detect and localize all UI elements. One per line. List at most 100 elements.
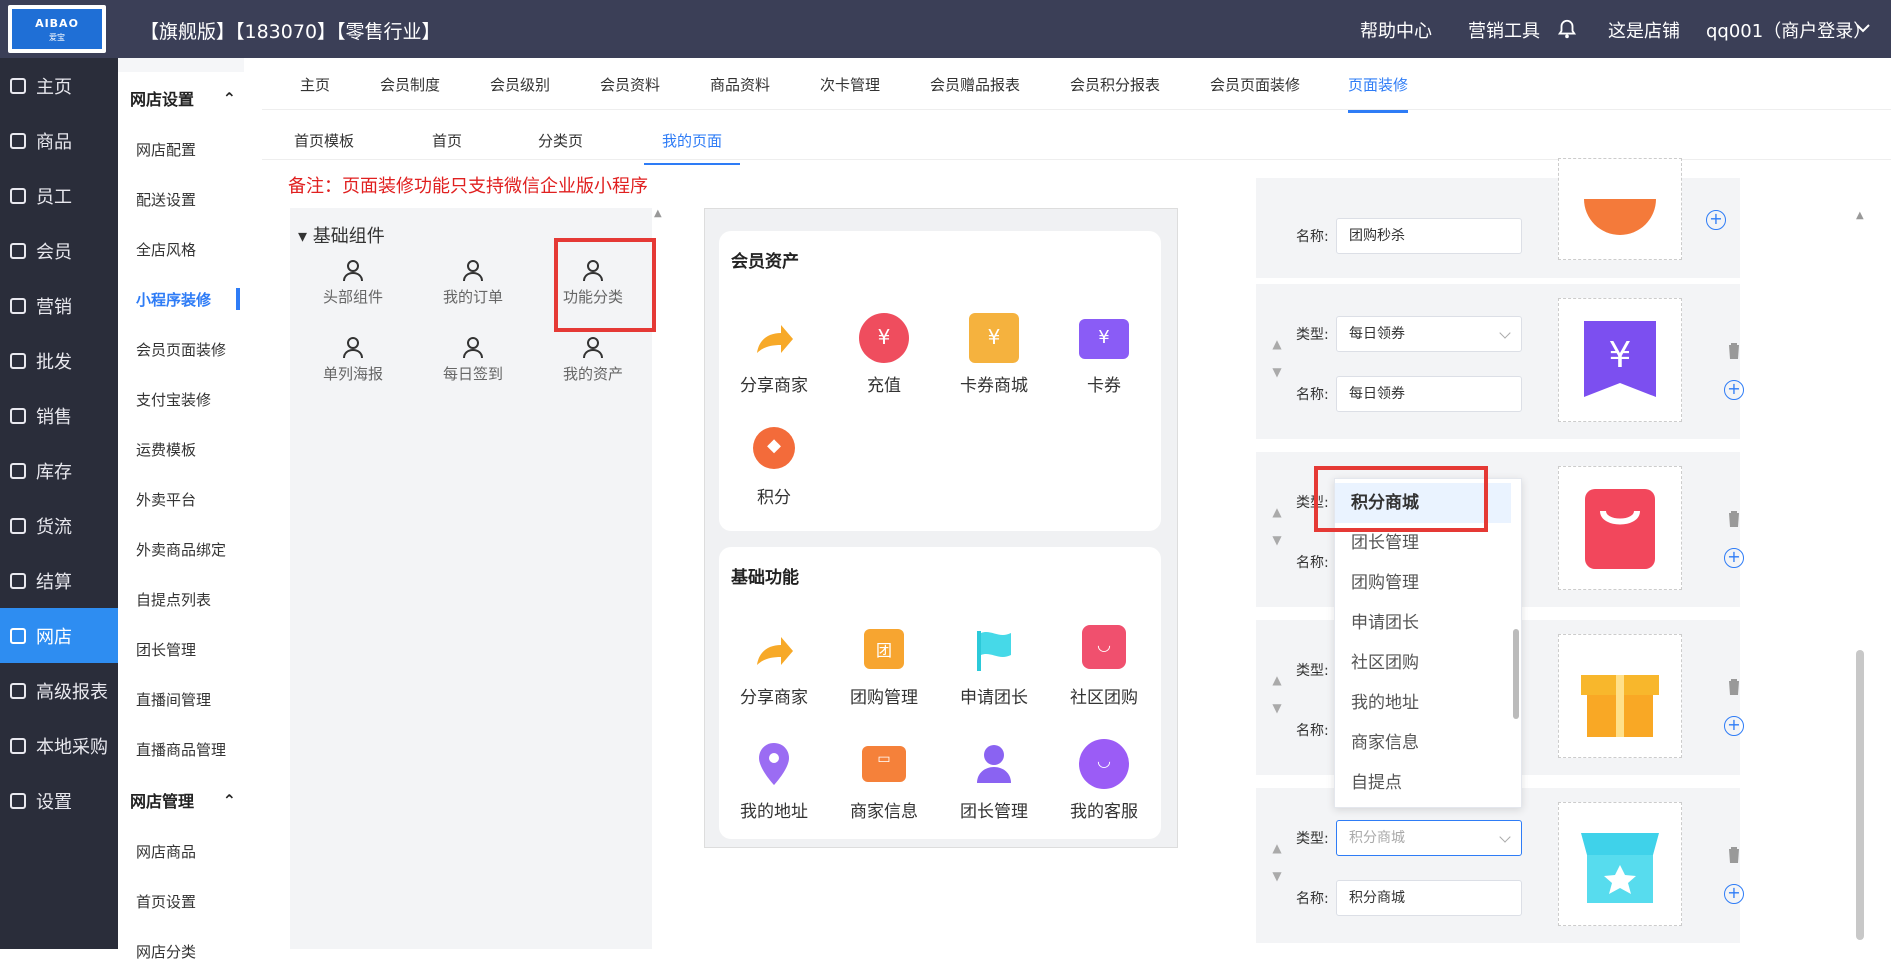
scroll-up-icon[interactable]: ▲ bbox=[1856, 210, 1864, 221]
marketing-tools-link[interactable]: 营销工具 bbox=[1468, 17, 1540, 43]
subnav-item[interactable]: 团长管理 bbox=[118, 624, 244, 674]
basic-functions-card[interactable]: 基础功能 分享商家 团团购管理 申请团长 ◡ 社区团购 我的地址 ▭ 商家信息 团长… bbox=[719, 547, 1161, 839]
subnav-item[interactable]: 首页设置 bbox=[118, 876, 244, 926]
nav-staff[interactable]: 员工 bbox=[0, 168, 118, 223]
scrollbar-thumb[interactable] bbox=[1856, 650, 1864, 940]
subnav-item[interactable]: 直播间管理 bbox=[118, 674, 244, 724]
trash-icon[interactable] bbox=[1726, 846, 1742, 864]
tab-member-level[interactable]: 会员级别 bbox=[490, 74, 550, 95]
page-scrollbar[interactable]: ▲ bbox=[1854, 210, 1870, 949]
bell-icon[interactable] bbox=[1556, 18, 1578, 40]
reorder-arrows-icon[interactable]: ▲ ▼ bbox=[1270, 498, 1284, 554]
type-select[interactable]: 每日领券 bbox=[1336, 316, 1522, 352]
dropdown-option[interactable]: 团购管理 bbox=[1335, 563, 1511, 603]
nav-wholesale[interactable]: 批发 bbox=[0, 333, 118, 388]
subtab-home[interactable]: 首页 bbox=[432, 130, 462, 151]
dropdown-scrollbar[interactable] bbox=[1513, 629, 1519, 719]
trash-icon[interactable] bbox=[1726, 342, 1742, 360]
feature-my-address[interactable]: 我的地址 bbox=[719, 739, 829, 822]
dropdown-option[interactable]: 社区团购 bbox=[1335, 643, 1511, 683]
chevron-down-icon[interactable] bbox=[1856, 24, 1870, 34]
subtab-home-template[interactable]: 首页模板 bbox=[294, 130, 354, 151]
nav-settings[interactable]: 设置 bbox=[0, 773, 118, 828]
member-assets-card[interactable]: 会员资产 分享商家 ¥ 充值 ¥ 卡券商城 ¥ 卡券 ◆ 积分 bbox=[719, 231, 1161, 531]
nav-sales[interactable]: 销售 bbox=[0, 388, 118, 443]
subnav-item[interactable]: 外卖平台 bbox=[118, 474, 244, 524]
subnav-item[interactable]: 网店商品 bbox=[118, 826, 244, 876]
image-slot[interactable] bbox=[1558, 466, 1682, 590]
dropdown-option[interactable]: 我的地址 bbox=[1335, 683, 1511, 723]
subnav-item[interactable]: 配送设置 bbox=[118, 174, 244, 224]
trash-icon[interactable] bbox=[1726, 510, 1742, 528]
add-icon[interactable]: + bbox=[1724, 884, 1744, 904]
component-my-order[interactable]: 我的订单 bbox=[418, 258, 528, 307]
image-slot[interactable] bbox=[1558, 158, 1682, 260]
component-my-assets[interactable]: 我的资产 bbox=[538, 335, 648, 384]
tab-gift-report[interactable]: 会员赠品报表 bbox=[930, 74, 1020, 95]
tab-card-management[interactable]: 次卡管理 bbox=[820, 74, 880, 95]
dropdown-option[interactable]: 申请团长 bbox=[1335, 603, 1511, 643]
add-icon[interactable]: + bbox=[1706, 210, 1726, 230]
subnav-item[interactable]: 支付宝装修 bbox=[118, 374, 244, 424]
group-webstore-settings[interactable]: 网店设置 ⌃ bbox=[118, 72, 244, 124]
feature-share-merchant[interactable]: 分享商家 bbox=[719, 313, 829, 396]
component-header[interactable]: 头部组件 bbox=[298, 258, 408, 307]
feature-coupon[interactable]: ¥ 卡券 bbox=[1049, 313, 1159, 396]
nav-marketing[interactable]: 营销 bbox=[0, 278, 118, 333]
feature-coupon-mall[interactable]: ¥ 卡券商城 bbox=[939, 313, 1049, 396]
tab-goods-info[interactable]: 商品资料 bbox=[710, 74, 770, 95]
subnav-item[interactable]: 自提点列表 bbox=[118, 574, 244, 624]
tab-page-decor[interactable]: 页面装修 bbox=[1336, 74, 1420, 113]
add-icon[interactable]: + bbox=[1724, 716, 1744, 736]
subnav-item[interactable]: 全店风格 bbox=[118, 224, 244, 274]
feature-group-buy-management[interactable]: 团团购管理 bbox=[829, 625, 939, 708]
group-webstore-management[interactable]: 网店管理 ⌃ bbox=[118, 774, 244, 826]
subnav-item[interactable]: 网店配置 bbox=[118, 124, 244, 174]
tab-member-info[interactable]: 会员资料 bbox=[600, 74, 660, 95]
aibao-logo[interactable]: AIBAO 爱宝 bbox=[8, 5, 106, 53]
tab-home[interactable]: 主页 bbox=[300, 74, 330, 95]
subtab-category[interactable]: 分类页 bbox=[538, 130, 583, 151]
feature-merchant-info[interactable]: ▭ 商家信息 bbox=[829, 739, 939, 822]
feature-community-group-buy[interactable]: ◡ 社区团购 bbox=[1049, 625, 1159, 708]
tab-member-page-decor[interactable]: 会员页面装修 bbox=[1210, 74, 1300, 95]
nav-local-purchase[interactable]: 本地采购 bbox=[0, 718, 118, 773]
tab-member-system[interactable]: 会员制度 bbox=[380, 74, 440, 95]
nav-advanced-reports[interactable]: 高级报表 bbox=[0, 663, 118, 718]
component-daily-checkin[interactable]: 每日签到 bbox=[418, 335, 528, 384]
subnav-item[interactable]: 网店分类 bbox=[118, 926, 244, 976]
subnav-item-miniprogram[interactable]: 小程序装修 bbox=[118, 274, 244, 324]
trash-icon[interactable] bbox=[1726, 678, 1742, 696]
name-input[interactable]: 团购秒杀 bbox=[1336, 218, 1522, 254]
subtab-my-page[interactable]: 我的页面 bbox=[643, 130, 741, 165]
nav-webstore[interactable]: 网店 bbox=[0, 608, 118, 663]
name-input[interactable]: 每日领券 bbox=[1336, 376, 1522, 412]
subnav-item[interactable]: 直播商品管理 bbox=[118, 724, 244, 774]
feature-share-merchant[interactable]: 分享商家 bbox=[719, 625, 829, 708]
image-slot[interactable]: ¥ bbox=[1558, 298, 1682, 422]
dropdown-option[interactable]: 商家信息 bbox=[1335, 723, 1511, 763]
nav-home[interactable]: 主页 bbox=[0, 58, 118, 113]
nav-logistics[interactable]: 货流 bbox=[0, 498, 118, 553]
image-slot[interactable] bbox=[1558, 802, 1682, 926]
reorder-arrows-icon[interactable]: ▲ ▼ bbox=[1270, 330, 1284, 386]
nav-member[interactable]: 会员 bbox=[0, 223, 118, 278]
name-input[interactable]: 积分商城 bbox=[1336, 880, 1522, 916]
feature-apply-leader[interactable]: 申请团长 bbox=[939, 625, 1049, 708]
dropdown-option[interactable]: 自提点 bbox=[1335, 763, 1511, 803]
subnav-item[interactable]: 外卖商品绑定 bbox=[118, 524, 244, 574]
component-single-poster[interactable]: 单列海报 bbox=[298, 335, 408, 384]
feature-leader-management[interactable]: 团长管理 bbox=[939, 739, 1049, 822]
feature-points[interactable]: ◆ 积分 bbox=[719, 427, 829, 508]
add-icon[interactable]: + bbox=[1724, 548, 1744, 568]
help-center-link[interactable]: 帮助中心 bbox=[1360, 17, 1432, 43]
add-icon[interactable]: + bbox=[1724, 380, 1744, 400]
store-link[interactable]: 这是店铺 bbox=[1608, 17, 1680, 43]
nav-goods[interactable]: 商品 bbox=[0, 113, 118, 168]
feature-customer-service[interactable]: ◡ 我的客服 bbox=[1049, 739, 1159, 822]
reorder-arrows-icon[interactable]: ▲ ▼ bbox=[1270, 666, 1284, 722]
reorder-arrows-icon[interactable]: ▲ ▼ bbox=[1270, 834, 1284, 890]
feature-recharge[interactable]: ¥ 充值 bbox=[829, 313, 939, 396]
subnav-item[interactable]: 运费模板 bbox=[118, 424, 244, 474]
user-menu[interactable]: qq001（商户登录） bbox=[1706, 17, 1871, 43]
